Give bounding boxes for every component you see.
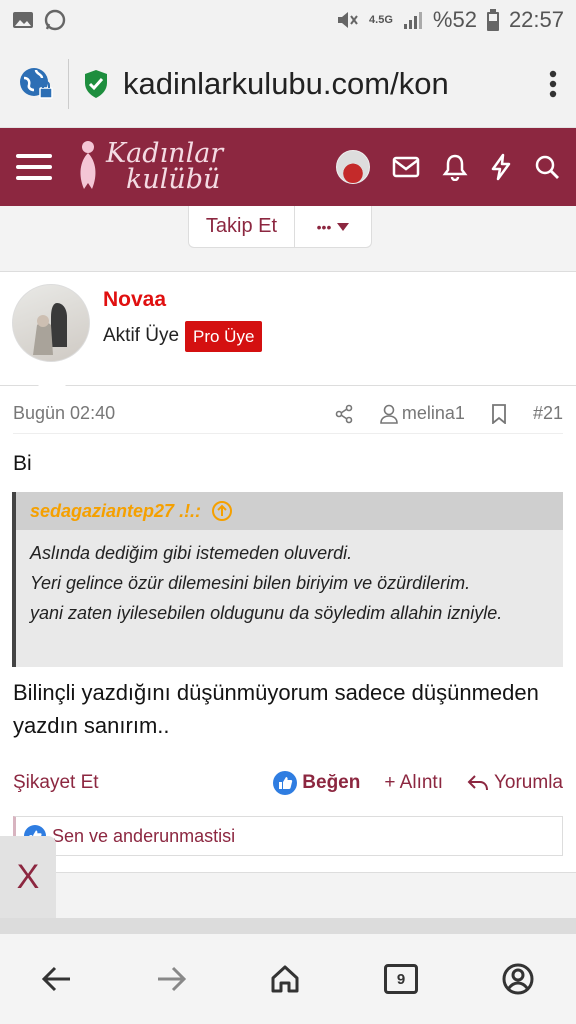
close-ad-button[interactable]: X (0, 836, 56, 918)
more-dots: ••• (316, 218, 332, 235)
reply-icon (467, 775, 488, 791)
tab-count: 9 (396, 970, 406, 988)
signal-icon (403, 10, 423, 30)
quote-button[interactable]: + Alıntı (384, 772, 443, 794)
quote-block: sedagaziantep27 .!.: Aslında dediğim gib… (12, 492, 563, 667)
more-options-button[interactable]: ••• (295, 206, 371, 247)
quote-header[interactable]: sedagaziantep27 .!.: (16, 492, 563, 530)
reactions-bar[interactable]: Sen ve anderunmastisi (13, 816, 563, 856)
post-actions: Şikayet Et Beğen + Alıntı Yorumla (13, 766, 563, 800)
divider (68, 58, 69, 109)
mail-icon[interactable] (392, 156, 420, 178)
status-bar: 4.5G %52 22:57 (0, 0, 576, 40)
browser-address-bar: kadinlarkulubu.com/kon (0, 40, 576, 128)
post-number[interactable]: #21 (533, 403, 563, 424)
logo-line-2: kulübü (126, 164, 221, 195)
post-meta: Bugün 02:40 melina1 #21 (13, 400, 563, 434)
report-button[interactable]: Şikayet Et (13, 772, 249, 794)
post-time[interactable]: Bugün 02:40 (13, 403, 308, 424)
site-settings-icon[interactable] (18, 66, 54, 102)
quote-line: yani zaten iyilesebilen oldugunu da söyl… (30, 603, 503, 623)
mention-link[interactable]: melina1 (380, 403, 465, 424)
network-type: 4.5G (369, 14, 393, 26)
pro-badge: Pro Üye (185, 321, 263, 352)
follow-button[interactable]: Takip Et (189, 206, 295, 247)
quote-author: sedagaziantep27 .!.: (30, 500, 202, 521)
thread-tools: Takip Et ••• (0, 206, 576, 272)
home-icon[interactable] (270, 964, 300, 994)
gallery-icon (12, 10, 34, 30)
quote-line: Aslında dediğim gibi istemeden oluverdi. (30, 543, 353, 563)
hamburger-menu-icon[interactable] (16, 152, 52, 182)
overflow-menu-icon[interactable] (548, 69, 558, 99)
arrow-up-circle-icon[interactable] (211, 500, 233, 522)
post-first-line: Bi (13, 452, 32, 475)
pointer-arrow (38, 372, 66, 386)
quote-line: Yeri gelince özür dilemesini bilen biriy… (30, 573, 471, 593)
user-avatar[interactable] (12, 284, 90, 362)
user-title: Aktif Üye (103, 325, 180, 346)
account-avatar[interactable] (336, 150, 370, 184)
caret-down-icon (337, 222, 350, 231)
follow-group: Takip Et ••• (188, 206, 372, 248)
lightning-icon[interactable] (490, 153, 512, 181)
quote-text: Aslında dediğim gibi istemeden oluverdi.… (16, 530, 563, 636)
section-divider (0, 918, 576, 934)
whatsapp-icon (44, 9, 66, 31)
site-logo[interactable]: Kadınlar kulübü (74, 139, 223, 195)
browser-bottom-bar: 9 (0, 934, 576, 1024)
secure-shield-icon (83, 69, 109, 99)
forward-arrow-icon[interactable] (156, 966, 186, 992)
clock: 22:57 (508, 7, 564, 32)
post: Bugün 02:40 melina1 #21 Bi sedagaziantep… (0, 386, 576, 872)
bell-icon[interactable] (442, 153, 468, 181)
like-button[interactable]: Beğen (273, 771, 360, 795)
logo-figure-icon (80, 141, 96, 189)
reply-label: Yorumla (493, 772, 563, 793)
tabs-button[interactable]: 9 (384, 964, 418, 994)
bookmark-icon[interactable] (491, 403, 507, 424)
battery-icon (486, 9, 499, 31)
share-icon[interactable] (334, 404, 354, 424)
url-field[interactable]: kadinlarkulubu.com/kon (123, 66, 503, 102)
reactions-text: Sen ve anderunmastisi (52, 825, 236, 846)
section-divider (0, 872, 576, 918)
mute-icon (335, 9, 359, 31)
back-arrow-icon[interactable] (42, 966, 72, 992)
like-label: Beğen (302, 772, 361, 793)
battery-percent: %52 (432, 7, 477, 32)
search-icon[interactable] (534, 154, 560, 180)
reply-button[interactable]: Yorumla (467, 772, 563, 794)
thumbs-up-icon (273, 771, 298, 795)
user-icon (380, 404, 398, 424)
username[interactable]: Novaa (103, 288, 166, 312)
post-body: Bilinçli yazdığını düşünmüyorum sadece d… (13, 680, 539, 738)
mention-name: melina1 (401, 403, 465, 423)
site-header: Kadınlar kulübü (0, 128, 576, 206)
post-author: Novaa Aktif Üye Pro Üye (0, 272, 576, 386)
avatar-figure-icon (33, 303, 67, 355)
account-icon[interactable] (502, 963, 534, 995)
